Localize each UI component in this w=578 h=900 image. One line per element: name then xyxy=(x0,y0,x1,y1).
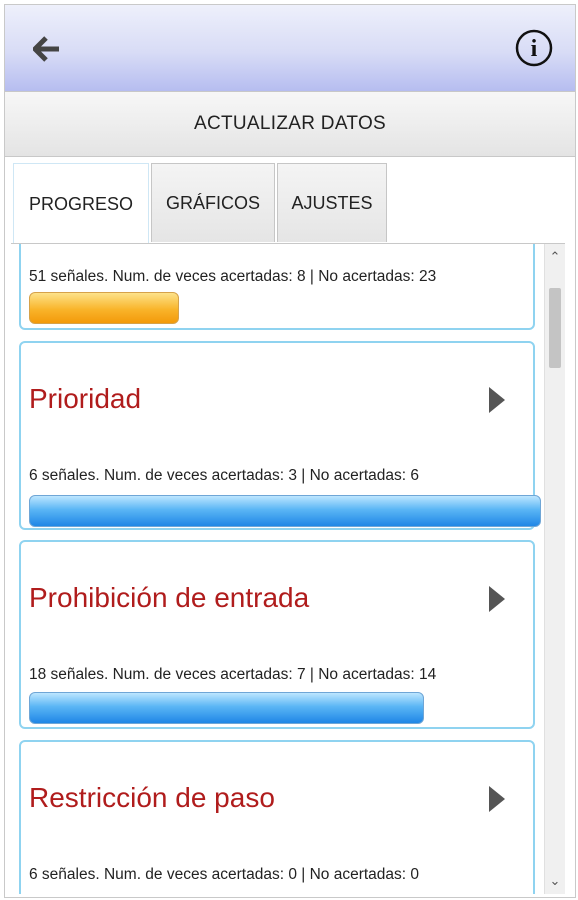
progress-bar xyxy=(29,495,541,527)
chevron-right-icon[interactable] xyxy=(489,586,505,612)
tab-progreso[interactable]: PROGRESO xyxy=(13,163,149,244)
tab-label: PROGRESO xyxy=(28,193,134,214)
category-card[interactable]: Prioridad 6 señales. Num. de veces acert… xyxy=(19,341,541,530)
scrollbar-thumb[interactable] xyxy=(549,288,561,368)
tab-label: GRÁFICOS xyxy=(165,192,260,213)
progress-bar xyxy=(29,692,424,724)
tab-bar: PROGRESO GRÁFICOS AJUSTES xyxy=(13,163,389,244)
tab-label: AJUSTES xyxy=(291,192,373,213)
header-bar: i xyxy=(5,5,575,91)
info-glyph: i xyxy=(531,36,538,62)
category-stats: 51 señales. Num. de veces acertadas: 8 |… xyxy=(29,268,437,285)
category-stats: 18 señales. Num. de veces acertadas: 7 |… xyxy=(29,666,437,683)
progress-bar xyxy=(29,292,179,324)
scroll-down-arrow-icon[interactable]: ⌄ xyxy=(545,870,565,892)
category-card[interactable]: Prohibición de entrada 18 señales. Num. … xyxy=(19,540,535,729)
chevron-right-icon[interactable] xyxy=(489,387,505,413)
vertical-scrollbar[interactable]: ⌃ ⌄ xyxy=(544,244,565,894)
info-button[interactable]: i xyxy=(515,29,553,67)
info-icon: i xyxy=(515,29,553,67)
category-title: Prohibición de entrada xyxy=(29,582,310,613)
chevron-right-icon[interactable] xyxy=(489,786,505,812)
back-button[interactable] xyxy=(29,31,65,67)
category-card[interactable]: Restricción de paso 6 señales. Num. de v… xyxy=(19,740,535,894)
category-card[interactable]: 51 señales. Num. de veces acertadas: 8 |… xyxy=(19,244,535,330)
progress-list-panel: 51 señales. Num. de veces acertadas: 8 |… xyxy=(11,243,565,894)
back-arrow-icon xyxy=(33,36,59,62)
update-data-button[interactable]: ACTUALIZAR DATOS xyxy=(5,91,575,157)
category-title: Restricción de paso xyxy=(29,782,275,813)
tab-graficos[interactable]: GRÁFICOS xyxy=(151,163,275,242)
category-title: Prioridad xyxy=(29,383,142,414)
category-stats: 6 señales. Num. de veces acertadas: 3 | … xyxy=(29,467,420,484)
category-stats: 6 señales. Num. de veces acertadas: 0 | … xyxy=(29,866,420,883)
scroll-up-arrow-icon[interactable]: ⌃ xyxy=(545,246,565,268)
app-window: i ACTUALIZAR DATOS PROGRESO GRÁFICOS AJU… xyxy=(4,4,576,898)
tab-ajustes[interactable]: AJUSTES xyxy=(277,163,387,242)
update-data-label: ACTUALIZAR DATOS xyxy=(193,113,387,134)
